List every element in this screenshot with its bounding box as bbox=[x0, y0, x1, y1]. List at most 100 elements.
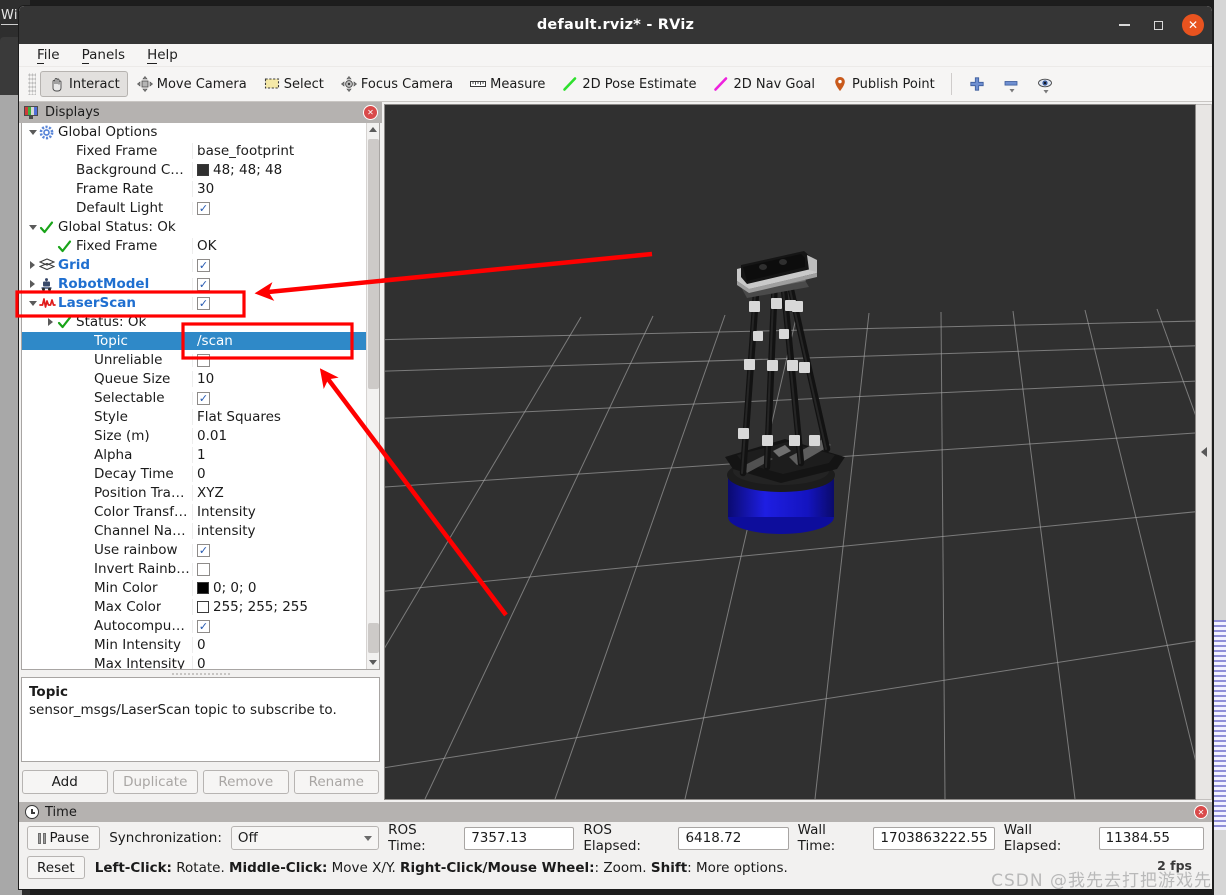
checkbox[interactable]: ✓ bbox=[197, 296, 210, 310]
scroll-thumb-lower[interactable] bbox=[368, 623, 379, 653]
property-row-frame-rate[interactable]: Frame Rate 30 bbox=[22, 180, 366, 199]
add-tool-button[interactable] bbox=[960, 71, 994, 97]
synchronization-select[interactable]: Off bbox=[230, 826, 380, 850]
property-value-cell[interactable]: 30 bbox=[192, 181, 366, 197]
dock-splitter-handle[interactable] bbox=[170, 670, 231, 677]
expand-twisty-open-icon[interactable] bbox=[26, 129, 39, 135]
property-value-cell[interactable]: 0; 0; 0 bbox=[192, 580, 366, 596]
tool-select[interactable]: Select bbox=[255, 71, 332, 97]
property-row-robotmodel[interactable]: RobotModel ✓ bbox=[22, 275, 366, 294]
reset-button[interactable]: Reset bbox=[27, 856, 85, 879]
property-value-cell[interactable]: 0 bbox=[192, 656, 366, 669]
property-value-cell[interactable] bbox=[192, 353, 366, 367]
time-close-icon[interactable]: ✕ bbox=[1194, 805, 1208, 819]
wall-time-field[interactable]: 1703863222.55 bbox=[873, 826, 995, 850]
remove-display-button[interactable]: Remove bbox=[203, 770, 289, 794]
property-row-position-transf[interactable]: Position Transf… XYZ bbox=[22, 484, 366, 503]
property-value-cell[interactable]: ✓ bbox=[192, 296, 366, 310]
property-value-cell[interactable]: base_footprint bbox=[192, 143, 366, 159]
pause-button[interactable]: Pause bbox=[27, 826, 101, 850]
property-row-min-color[interactable]: Min Color 0; 0; 0 bbox=[22, 579, 366, 598]
property-row-unreliable[interactable]: Unreliable bbox=[22, 351, 366, 370]
property-row-alpha[interactable]: Alpha 1 bbox=[22, 446, 366, 465]
color-swatch[interactable] bbox=[197, 164, 209, 176]
close-button[interactable]: ✕ bbox=[1182, 14, 1204, 36]
property-value-cell[interactable]: ✓ bbox=[192, 258, 366, 272]
tool-publish-point[interactable]: Publish Point bbox=[823, 71, 943, 97]
property-row-min-intensity[interactable]: Min Intensity 0 bbox=[22, 636, 366, 655]
menu-help[interactable]: Help bbox=[147, 47, 178, 64]
property-row-fixed-frame[interactable]: Fixed Frame base_footprint bbox=[22, 142, 366, 161]
property-value-cell[interactable]: ✓ bbox=[192, 543, 366, 557]
expand-twisty-closed-icon[interactable] bbox=[26, 280, 39, 288]
tool-2d-pose-estimate[interactable]: 2D Pose Estimate bbox=[553, 71, 704, 97]
color-swatch[interactable] bbox=[197, 601, 209, 613]
expand-twisty-closed-icon[interactable] bbox=[26, 261, 39, 269]
property-row-laserscan[interactable]: LaserScan ✓ bbox=[22, 294, 366, 313]
property-row-channel-name[interactable]: Channel Name intensity bbox=[22, 522, 366, 541]
property-row-max-color[interactable]: Max Color 255; 255; 255 bbox=[22, 598, 366, 617]
scroll-down-arrow[interactable] bbox=[366, 656, 379, 669]
tool-move-camera[interactable]: Move Camera bbox=[128, 71, 255, 97]
property-value-cell[interactable]: ✓ bbox=[192, 277, 366, 291]
ros-elapsed-field[interactable]: 6418.72 bbox=[678, 826, 789, 850]
property-row-global-options[interactable]: Global Options bbox=[22, 123, 366, 142]
expand-twisty-closed-icon[interactable] bbox=[44, 318, 57, 326]
ros-time-field[interactable]: 7357.13 bbox=[464, 826, 575, 850]
property-value-cell[interactable]: 48; 48; 48 bbox=[192, 162, 366, 178]
tool-measure[interactable]: Measure bbox=[461, 71, 553, 97]
property-value-cell[interactable]: 0 bbox=[192, 637, 366, 653]
property-value-cell[interactable]: OK bbox=[192, 238, 366, 254]
property-value-cell[interactable]: ✓ bbox=[192, 619, 366, 633]
property-row-selectable[interactable]: Selectable ✓ bbox=[22, 389, 366, 408]
property-row-grid[interactable]: Grid ✓ bbox=[22, 256, 366, 275]
property-row-color-transfor[interactable]: Color Transfor… Intensity bbox=[22, 503, 366, 522]
property-row-default-light[interactable]: Default Light ✓ bbox=[22, 199, 366, 218]
property-value-cell[interactable]: Flat Squares bbox=[192, 409, 366, 425]
scroll-thumb[interactable] bbox=[368, 139, 379, 389]
property-row-background-color[interactable]: Background Color 48; 48; 48 bbox=[22, 161, 366, 180]
property-row-topic[interactable]: Topic/scan bbox=[22, 332, 366, 351]
property-value-cell[interactable]: ✓ bbox=[192, 201, 366, 215]
scroll-up-arrow[interactable] bbox=[366, 123, 379, 136]
property-value-cell[interactable]: /scan bbox=[192, 333, 366, 349]
property-row-global-status-ok[interactable]: Global Status: Ok bbox=[22, 218, 366, 237]
eye-tool-button[interactable] bbox=[1028, 71, 1062, 97]
expand-twisty-open-icon[interactable] bbox=[26, 300, 39, 306]
checkbox[interactable]: ✓ bbox=[197, 277, 210, 291]
property-value-cell[interactable]: 10 bbox=[192, 371, 366, 387]
property-value-cell[interactable] bbox=[192, 562, 366, 576]
property-tree-scrollbar[interactable] bbox=[366, 123, 379, 669]
menu-panels[interactable]: Panels bbox=[81, 47, 125, 64]
property-row-fixed-frame[interactable]: Fixed Frame OK bbox=[22, 237, 366, 256]
property-row-max-intensity[interactable]: Max Intensity 0 bbox=[22, 655, 366, 669]
property-row-autocompute-i[interactable]: Autocompute I… ✓ bbox=[22, 617, 366, 636]
checkbox[interactable]: ✓ bbox=[197, 391, 210, 405]
property-value-cell[interactable]: XYZ bbox=[192, 485, 366, 501]
collapse-panel-handle[interactable] bbox=[1196, 104, 1212, 800]
property-value-cell[interactable]: intensity bbox=[192, 523, 366, 539]
property-value-cell[interactable]: Intensity bbox=[192, 504, 366, 520]
toolbar-grip[interactable] bbox=[28, 73, 36, 95]
expand-twisty-open-icon[interactable] bbox=[26, 224, 39, 230]
remove-tool-button[interactable] bbox=[994, 71, 1028, 97]
property-row-use-rainbow[interactable]: Use rainbow ✓ bbox=[22, 541, 366, 560]
tool-interact[interactable]: Interact bbox=[40, 71, 128, 97]
property-row-status-ok[interactable]: Status: Ok bbox=[22, 313, 366, 332]
wall-elapsed-field[interactable]: 11384.55 bbox=[1098, 826, 1204, 850]
property-value-cell[interactable]: ✓ bbox=[192, 391, 366, 405]
color-swatch[interactable] bbox=[197, 582, 209, 594]
checkbox[interactable]: ✓ bbox=[197, 619, 210, 633]
checkbox[interactable]: ✓ bbox=[197, 258, 210, 272]
property-value-cell[interactable]: 1 bbox=[192, 447, 366, 463]
property-row-invert-rainbow[interactable]: Invert Rainbow bbox=[22, 560, 366, 579]
checkbox[interactable] bbox=[197, 562, 210, 576]
checkbox[interactable]: ✓ bbox=[197, 543, 210, 557]
tool-2d-nav-goal[interactable]: 2D Nav Goal bbox=[704, 71, 823, 97]
menu-file[interactable]: File bbox=[37, 47, 60, 64]
maximize-button[interactable] bbox=[1148, 15, 1168, 35]
property-value-cell[interactable]: 0 bbox=[192, 466, 366, 482]
property-row-queue-size[interactable]: Queue Size 10 bbox=[22, 370, 366, 389]
duplicate-display-button[interactable]: Duplicate bbox=[112, 770, 198, 794]
rename-display-button[interactable]: Rename bbox=[293, 770, 379, 794]
